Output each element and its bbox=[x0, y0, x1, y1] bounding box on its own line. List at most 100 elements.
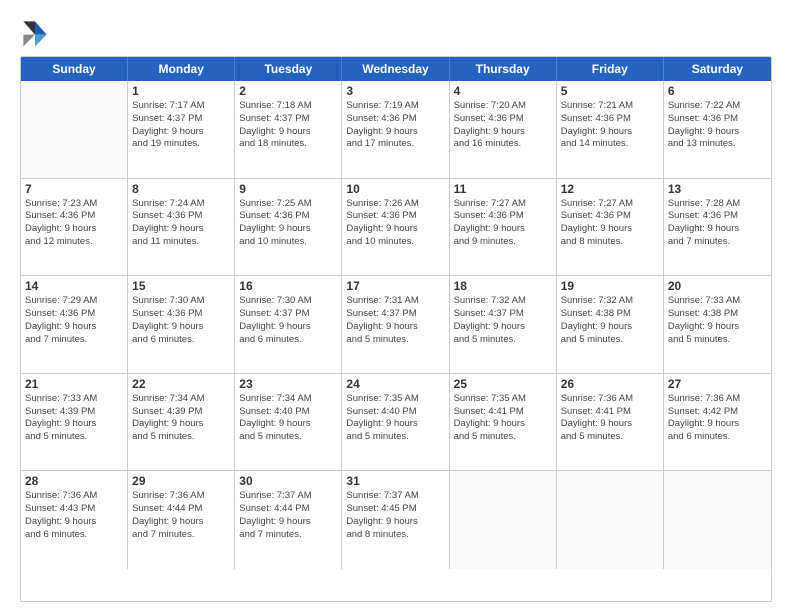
logo-svg bbox=[20, 18, 50, 48]
cell-info-text: Sunrise: 7:37 AM Sunset: 4:44 PM Dayligh… bbox=[239, 490, 337, 541]
header bbox=[20, 18, 772, 48]
cell-info-text: Sunrise: 7:20 AM Sunset: 4:36 PM Dayligh… bbox=[454, 100, 552, 151]
cell-info-text: Sunrise: 7:29 AM Sunset: 4:36 PM Dayligh… bbox=[25, 295, 123, 346]
cell-date-number: 12 bbox=[561, 182, 659, 196]
cell-date-number: 23 bbox=[239, 377, 337, 391]
calendar-cell: 19 Sunrise: 7:32 AM Sunset: 4:38 PM Dayli… bbox=[557, 276, 664, 373]
calendar: SundayMondayTuesdayWednesdayThursdayFrid… bbox=[20, 56, 772, 602]
weekday-header: Tuesday bbox=[235, 57, 342, 81]
cell-date-number: 22 bbox=[132, 377, 230, 391]
cell-date-number: 24 bbox=[346, 377, 444, 391]
cell-info-text: Sunrise: 7:26 AM Sunset: 4:36 PM Dayligh… bbox=[346, 198, 444, 249]
calendar-cell: 6 Sunrise: 7:22 AM Sunset: 4:36 PM Daylig… bbox=[664, 81, 771, 178]
weekday-header: Thursday bbox=[450, 57, 557, 81]
cell-date-number: 15 bbox=[132, 279, 230, 293]
cell-info-text: Sunrise: 7:23 AM Sunset: 4:36 PM Dayligh… bbox=[25, 198, 123, 249]
calendar-cell: 12 Sunrise: 7:27 AM Sunset: 4:36 PM Dayli… bbox=[557, 179, 664, 276]
cell-info-text: Sunrise: 7:31 AM Sunset: 4:37 PM Dayligh… bbox=[346, 295, 444, 346]
cell-info-text: Sunrise: 7:18 AM Sunset: 4:37 PM Dayligh… bbox=[239, 100, 337, 151]
cell-info-text: Sunrise: 7:34 AM Sunset: 4:40 PM Dayligh… bbox=[239, 393, 337, 444]
cell-date-number: 19 bbox=[561, 279, 659, 293]
cell-date-number: 10 bbox=[346, 182, 444, 196]
calendar-cell: 5 Sunrise: 7:21 AM Sunset: 4:36 PM Daylig… bbox=[557, 81, 664, 178]
cell-info-text: Sunrise: 7:22 AM Sunset: 4:36 PM Dayligh… bbox=[668, 100, 767, 151]
cell-date-number: 2 bbox=[239, 84, 337, 98]
calendar-cell: 21 Sunrise: 7:33 AM Sunset: 4:39 PM Dayli… bbox=[21, 374, 128, 471]
weekday-header: Saturday bbox=[664, 57, 771, 81]
calendar-cell: 11 Sunrise: 7:27 AM Sunset: 4:36 PM Dayli… bbox=[450, 179, 557, 276]
cell-info-text: Sunrise: 7:36 AM Sunset: 4:41 PM Dayligh… bbox=[561, 393, 659, 444]
calendar-cell: 31 Sunrise: 7:37 AM Sunset: 4:45 PM Dayli… bbox=[342, 471, 449, 569]
cell-info-text: Sunrise: 7:27 AM Sunset: 4:36 PM Dayligh… bbox=[561, 198, 659, 249]
calendar-cell: 30 Sunrise: 7:37 AM Sunset: 4:44 PM Dayli… bbox=[235, 471, 342, 569]
weekday-header: Wednesday bbox=[342, 57, 449, 81]
calendar-cell: 14 Sunrise: 7:29 AM Sunset: 4:36 PM Dayli… bbox=[21, 276, 128, 373]
cell-info-text: Sunrise: 7:25 AM Sunset: 4:36 PM Dayligh… bbox=[239, 198, 337, 249]
calendar-cell: 24 Sunrise: 7:35 AM Sunset: 4:40 PM Dayli… bbox=[342, 374, 449, 471]
cell-date-number: 30 bbox=[239, 474, 337, 488]
cell-date-number: 21 bbox=[25, 377, 123, 391]
cell-date-number: 4 bbox=[454, 84, 552, 98]
calendar-row: 14 Sunrise: 7:29 AM Sunset: 4:36 PM Dayli… bbox=[21, 276, 771, 374]
cell-info-text: Sunrise: 7:17 AM Sunset: 4:37 PM Dayligh… bbox=[132, 100, 230, 151]
cell-info-text: Sunrise: 7:34 AM Sunset: 4:39 PM Dayligh… bbox=[132, 393, 230, 444]
cell-date-number: 17 bbox=[346, 279, 444, 293]
calendar-cell: 2 Sunrise: 7:18 AM Sunset: 4:37 PM Daylig… bbox=[235, 81, 342, 178]
calendar-header: SundayMondayTuesdayWednesdayThursdayFrid… bbox=[21, 57, 771, 81]
cell-date-number: 25 bbox=[454, 377, 552, 391]
cell-info-text: Sunrise: 7:35 AM Sunset: 4:41 PM Dayligh… bbox=[454, 393, 552, 444]
cell-info-text: Sunrise: 7:30 AM Sunset: 4:37 PM Dayligh… bbox=[239, 295, 337, 346]
cell-date-number: 6 bbox=[668, 84, 767, 98]
cell-date-number: 9 bbox=[239, 182, 337, 196]
cell-date-number: 8 bbox=[132, 182, 230, 196]
calendar-cell: 27 Sunrise: 7:36 AM Sunset: 4:42 PM Dayli… bbox=[664, 374, 771, 471]
calendar-cell: 22 Sunrise: 7:34 AM Sunset: 4:39 PM Dayli… bbox=[128, 374, 235, 471]
calendar-cell: 15Sunrise: 7:30 AM Sunset: 4:36 PM Dayli… bbox=[128, 276, 235, 373]
weekday-header: Sunday bbox=[21, 57, 128, 81]
calendar-row: 1 Sunrise: 7:17 AM Sunset: 4:37 PM Daylig… bbox=[21, 81, 771, 179]
calendar-cell: 28Sunrise: 7:36 AM Sunset: 4:43 PM Dayli… bbox=[21, 471, 128, 569]
calendar-row: 7Sunrise: 7:23 AM Sunset: 4:36 PM Daylig… bbox=[21, 179, 771, 277]
cell-date-number: 18 bbox=[454, 279, 552, 293]
cell-date-number: 11 bbox=[454, 182, 552, 196]
cell-date-number: 3 bbox=[346, 84, 444, 98]
cell-info-text: Sunrise: 7:36 AM Sunset: 4:42 PM Dayligh… bbox=[668, 393, 767, 444]
weekday-header: Friday bbox=[557, 57, 664, 81]
cell-date-number: 5 bbox=[561, 84, 659, 98]
cell-date-number: 31 bbox=[346, 474, 444, 488]
calendar-cell: 16Sunrise: 7:30 AM Sunset: 4:37 PM Dayli… bbox=[235, 276, 342, 373]
cell-info-text: Sunrise: 7:33 AM Sunset: 4:38 PM Dayligh… bbox=[668, 295, 767, 346]
cell-info-text: Sunrise: 7:27 AM Sunset: 4:36 PM Dayligh… bbox=[454, 198, 552, 249]
calendar-row: 21 Sunrise: 7:33 AM Sunset: 4:39 PM Dayli… bbox=[21, 374, 771, 472]
cell-date-number: 1 bbox=[132, 84, 230, 98]
calendar-row: 28Sunrise: 7:36 AM Sunset: 4:43 PM Dayli… bbox=[21, 471, 771, 569]
cell-date-number: 26 bbox=[561, 377, 659, 391]
weekday-header: Monday bbox=[128, 57, 235, 81]
calendar-cell: 23 Sunrise: 7:34 AM Sunset: 4:40 PM Dayli… bbox=[235, 374, 342, 471]
cell-info-text: Sunrise: 7:24 AM Sunset: 4:36 PM Dayligh… bbox=[132, 198, 230, 249]
calendar-cell: 26 Sunrise: 7:36 AM Sunset: 4:41 PM Dayli… bbox=[557, 374, 664, 471]
calendar-cell: 29 Sunrise: 7:36 AM Sunset: 4:44 PM Dayli… bbox=[128, 471, 235, 569]
cell-date-number: 29 bbox=[132, 474, 230, 488]
page: SundayMondayTuesdayWednesdayThursdayFrid… bbox=[0, 0, 792, 612]
cell-info-text: Sunrise: 7:33 AM Sunset: 4:39 PM Dayligh… bbox=[25, 393, 123, 444]
cell-date-number: 20 bbox=[668, 279, 767, 293]
cell-date-number: 28 bbox=[25, 474, 123, 488]
cell-info-text: Sunrise: 7:32 AM Sunset: 4:38 PM Dayligh… bbox=[561, 295, 659, 346]
cell-info-text: Sunrise: 7:21 AM Sunset: 4:36 PM Dayligh… bbox=[561, 100, 659, 151]
calendar-cell bbox=[664, 471, 771, 569]
cell-info-text: Sunrise: 7:32 AM Sunset: 4:37 PM Dayligh… bbox=[454, 295, 552, 346]
calendar-cell: 4 Sunrise: 7:20 AM Sunset: 4:36 PM Daylig… bbox=[450, 81, 557, 178]
calendar-cell bbox=[557, 471, 664, 569]
cell-date-number: 27 bbox=[668, 377, 767, 391]
cell-date-number: 14 bbox=[25, 279, 123, 293]
logo bbox=[20, 18, 54, 48]
cell-info-text: Sunrise: 7:28 AM Sunset: 4:36 PM Dayligh… bbox=[668, 198, 767, 249]
calendar-body: 1 Sunrise: 7:17 AM Sunset: 4:37 PM Daylig… bbox=[21, 81, 771, 569]
calendar-cell: 3 Sunrise: 7:19 AM Sunset: 4:36 PM Daylig… bbox=[342, 81, 449, 178]
cell-info-text: Sunrise: 7:35 AM Sunset: 4:40 PM Dayligh… bbox=[346, 393, 444, 444]
cell-info-text: Sunrise: 7:37 AM Sunset: 4:45 PM Dayligh… bbox=[346, 490, 444, 541]
cell-info-text: Sunrise: 7:36 AM Sunset: 4:44 PM Dayligh… bbox=[132, 490, 230, 541]
calendar-cell bbox=[21, 81, 128, 178]
cell-info-text: Sunrise: 7:19 AM Sunset: 4:36 PM Dayligh… bbox=[346, 100, 444, 151]
